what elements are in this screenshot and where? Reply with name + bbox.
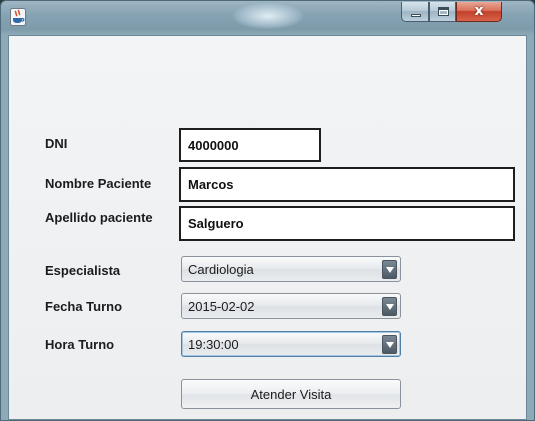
especialista-label: Especialista [45, 263, 121, 278]
nombre-label: Nombre Paciente [45, 176, 152, 191]
minimize-button[interactable] [401, 2, 429, 22]
chevron-down-icon[interactable] [382, 297, 397, 316]
close-icon: x [474, 3, 484, 19]
hora-label: Hora Turno [45, 337, 115, 352]
maximize-icon [438, 7, 449, 16]
app-window: x DNI 4000000 Nombre Paciente Marcos Ape… [0, 0, 535, 421]
apellido-field[interactable]: Salguero [179, 206, 515, 241]
close-button[interactable]: x [456, 2, 502, 22]
hora-value: 19:30:00 [188, 336, 239, 352]
nombre-field[interactable]: Marcos [179, 167, 515, 202]
java-cup-icon[interactable] [10, 8, 26, 26]
fecha-label: Fecha Turno [45, 299, 123, 314]
minimize-icon [411, 14, 421, 17]
hora-select[interactable]: 19:30:00 [181, 331, 401, 357]
chevron-down-icon[interactable] [382, 335, 397, 354]
dni-field[interactable]: 4000000 [179, 128, 321, 162]
dni-label: DNI [45, 136, 68, 151]
maximize-button[interactable] [429, 2, 456, 22]
fecha-select[interactable]: 2015-02-02 [181, 293, 401, 319]
title-bar[interactable]: x [1, 1, 534, 35]
atender-visita-button[interactable]: Atender Visita [181, 379, 401, 409]
title-blur [233, 3, 303, 29]
especialista-select[interactable]: Cardiologia [181, 256, 401, 282]
fecha-value: 2015-02-02 [188, 298, 255, 314]
especialista-value: Cardiologia [188, 261, 254, 277]
form-panel: DNI 4000000 Nombre Paciente Marcos Apell… [8, 35, 527, 420]
chevron-down-icon[interactable] [382, 260, 397, 279]
apellido-label: Apellido paciente [45, 210, 153, 225]
